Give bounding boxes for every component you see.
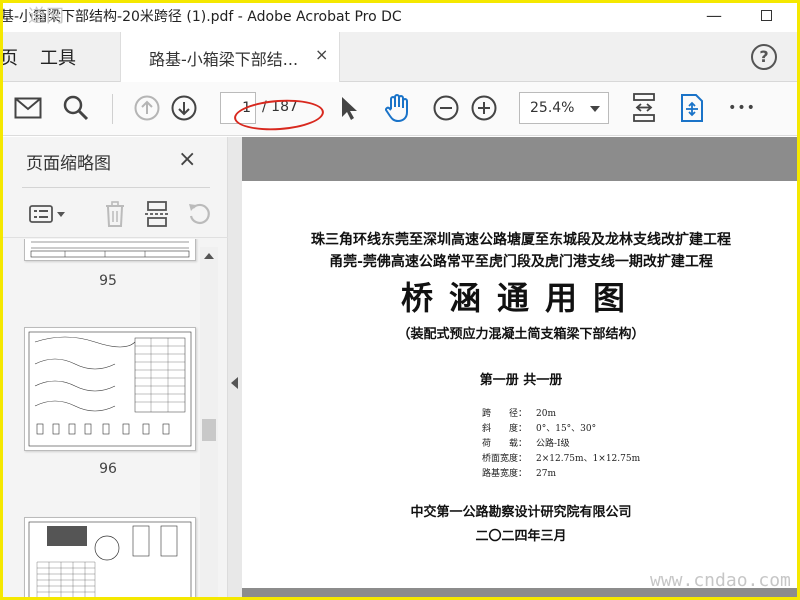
previous-page-button[interactable] (131, 92, 163, 124)
chevron-left-icon (231, 377, 238, 389)
document-date: 二〇二四年三月 (475, 529, 567, 544)
parameter-row: 路基宽度： 27m (482, 469, 556, 479)
minimize-button[interactable]: — (700, 4, 728, 26)
toolbar-separator (112, 94, 113, 124)
tab-close-button[interactable]: × (315, 45, 328, 64)
tab-document[interactable]: 路基-小箱梁下部结... × (120, 32, 340, 82)
tab-bar: 页 工具 路基-小箱梁下部结... × (0, 32, 800, 82)
project-line-1: 珠三角环线东莞至深圳高速公路塘厦至东城段及龙林支线改扩建工程 (311, 232, 731, 248)
toolbar: 1 / 187 25.4% ••• (0, 82, 800, 136)
next-page-button[interactable] (168, 92, 200, 124)
chevron-down-icon (590, 106, 600, 112)
maximize-icon (760, 9, 772, 21)
parameter-row: 跨 径： 20m (482, 409, 556, 419)
watermark-text: 道网 (28, 6, 64, 27)
full-screen-icon[interactable] (676, 92, 708, 124)
hand-tool-icon[interactable] (382, 92, 414, 124)
scroll-up-icon[interactable] (204, 253, 214, 259)
select-cursor-icon[interactable] (333, 92, 365, 124)
zoom-select[interactable]: 25.4% (519, 92, 609, 124)
page-gap (242, 137, 800, 181)
more-options-icon[interactable]: ••• (726, 92, 758, 124)
project-line-2: 甬莞-莞佛高速公路常平至虎门段及虎门港支线一期改扩建工程 (329, 254, 713, 270)
title-bar: 基-小箱梁下部结构-20米跨径 (1).pdf - Adobe Acrobat … (0, 0, 800, 32)
fit-page-icon[interactable] (628, 92, 660, 124)
rotate-icon[interactable] (184, 199, 214, 229)
thumbnail-page[interactable] (24, 239, 196, 261)
zoom-out-icon[interactable] (430, 92, 462, 124)
panel-title: 页面缩略图 (26, 154, 111, 174)
tab-home[interactable]: 页 (0, 44, 18, 70)
search-icon[interactable] (60, 92, 92, 124)
panel-divider (0, 237, 228, 238)
site-watermark: www.cndao.com (650, 570, 791, 591)
document-subtitle: （装配式预应力混凝土简支箱梁下部结构） (397, 327, 645, 342)
volume-label: 第一册 共一册 (479, 373, 563, 388)
scrollbar-thumb[interactable] (202, 419, 216, 441)
document-view: 珠三角环线东莞至深圳高速公路塘厦至东城段及龙林支线改扩建工程 甬莞-莞佛高速公路… (242, 137, 800, 600)
parameter-row: 荷 载： 公路-Ⅰ级 (482, 439, 570, 449)
thumbnail-page[interactable] (24, 327, 196, 451)
tab-tools[interactable]: 工具 (40, 44, 76, 70)
extract-page-icon[interactable] (142, 199, 172, 229)
thumbnail-page[interactable] (24, 517, 196, 600)
thumbnail-number: 95 (99, 273, 117, 289)
parameter-row: 斜 度： 0°、15°、30° (482, 424, 597, 434)
panel-divider (22, 187, 210, 188)
panel-collapse-handle[interactable] (228, 137, 242, 600)
minimize-icon: — (706, 5, 722, 25)
parameter-list: 跨 径： 20m 斜 度： 0°、15°、30° 荷 载： 公路-Ⅰ级 桥面宽度： 2×… (482, 407, 640, 482)
thumbnail-options-icon[interactable] (28, 199, 68, 229)
thumbnail-list: 95 96 (10, 239, 200, 600)
email-icon[interactable] (12, 92, 44, 124)
parameter-row: 桥面宽度： 2×12.75m、1×12.75m (482, 454, 641, 464)
thumbnail-number: 96 (99, 461, 117, 477)
page-thumbnails-panel: 页面缩略图 × 95 96 (0, 137, 228, 600)
maximize-button[interactable] (752, 4, 780, 26)
tab-document-label: 路基-小箱梁下部结... (149, 50, 299, 69)
pdf-page: 珠三角环线东莞至深圳高速公路塘厦至东城段及龙林支线改扩建工程 甬莞-莞佛高速公路… (242, 181, 800, 600)
thumbnail-scrollbar[interactable] (200, 247, 218, 600)
zoom-in-icon[interactable] (468, 92, 500, 124)
organization-name: 中交第一公路勘察设计研究院有限公司 (410, 505, 632, 520)
document-title: 桥涵通用图 (400, 279, 641, 317)
help-icon[interactable]: ? (751, 44, 777, 70)
zoom-value: 25.4% (530, 100, 575, 116)
panel-close-button[interactable]: × (178, 147, 196, 172)
delete-icon[interactable] (100, 199, 130, 229)
